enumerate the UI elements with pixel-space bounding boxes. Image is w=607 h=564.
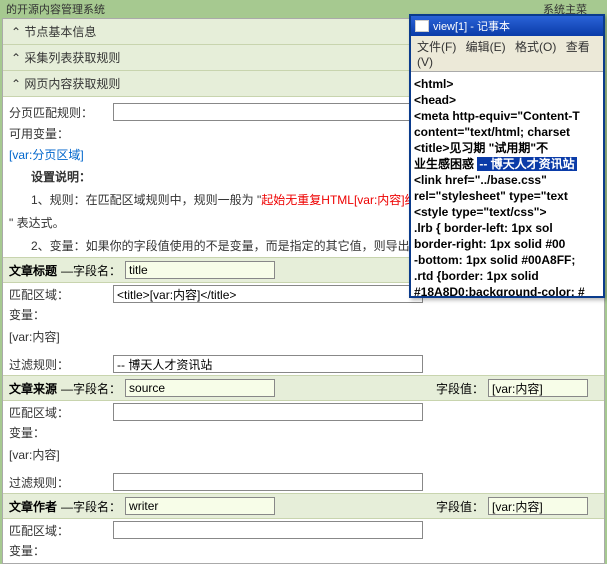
title-filter-input[interactable] xyxy=(113,355,423,373)
app-title: 的开源内容管理系统 xyxy=(6,1,105,17)
paging-rule-label: 分页匹配规则： xyxy=(9,104,113,121)
menu-format[interactable]: 格式(O) xyxy=(515,40,556,54)
paging-rule-input[interactable] xyxy=(113,103,423,121)
title-matcharea-input[interactable] xyxy=(113,285,423,303)
var-content: [var:内容] xyxy=(3,327,604,349)
match-area-label: 匹配区域： xyxy=(9,286,113,303)
chevron-icon: ⌃ xyxy=(11,25,21,39)
section-writer-title: 文章作者 xyxy=(9,498,57,515)
source-fieldval-input[interactable] xyxy=(488,379,588,397)
section-source-title: 文章来源 xyxy=(9,380,57,397)
chevron-icon: ⌃ xyxy=(11,51,21,65)
accordion-label: 网页内容获取规则 xyxy=(24,77,120,91)
menu-edit[interactable]: 编辑(E) xyxy=(466,40,506,54)
notepad-window[interactable]: view[1] - 记事本 文件(F) 编辑(E) 格式(O) 查看(V) <h… xyxy=(409,14,605,298)
chevron-icon: ⌃ xyxy=(11,77,21,91)
accordion-label: 节点基本信息 xyxy=(24,25,96,39)
avail-var-value: [var:分页区域] xyxy=(9,146,423,163)
accordion-label: 采集列表获取规则 xyxy=(24,51,120,65)
notepad-title: view[1] - 记事本 xyxy=(433,18,510,34)
notepad-titlebar[interactable]: view[1] - 记事本 xyxy=(411,16,603,36)
title-fieldname-input[interactable] xyxy=(125,261,275,279)
source-filter-input[interactable] xyxy=(113,473,423,491)
source-fieldname-input[interactable] xyxy=(125,379,275,397)
section-title-title: 文章标题 xyxy=(9,262,57,279)
notepad-body[interactable]: <html><head><meta http-equiv="Content-Tc… xyxy=(411,72,603,296)
filter-label: 过滤规则： xyxy=(9,356,113,373)
source-matcharea-input[interactable] xyxy=(113,403,423,421)
setting-title: 设置说明： xyxy=(31,170,91,184)
writer-matcharea-input[interactable] xyxy=(113,521,423,539)
notepad-menubar: 文件(F) 编辑(E) 格式(O) 查看(V) xyxy=(411,36,603,72)
avail-var-label: 可用变量： xyxy=(9,125,113,142)
notepad-icon xyxy=(415,20,429,32)
menu-file[interactable]: 文件(F) xyxy=(417,40,456,54)
